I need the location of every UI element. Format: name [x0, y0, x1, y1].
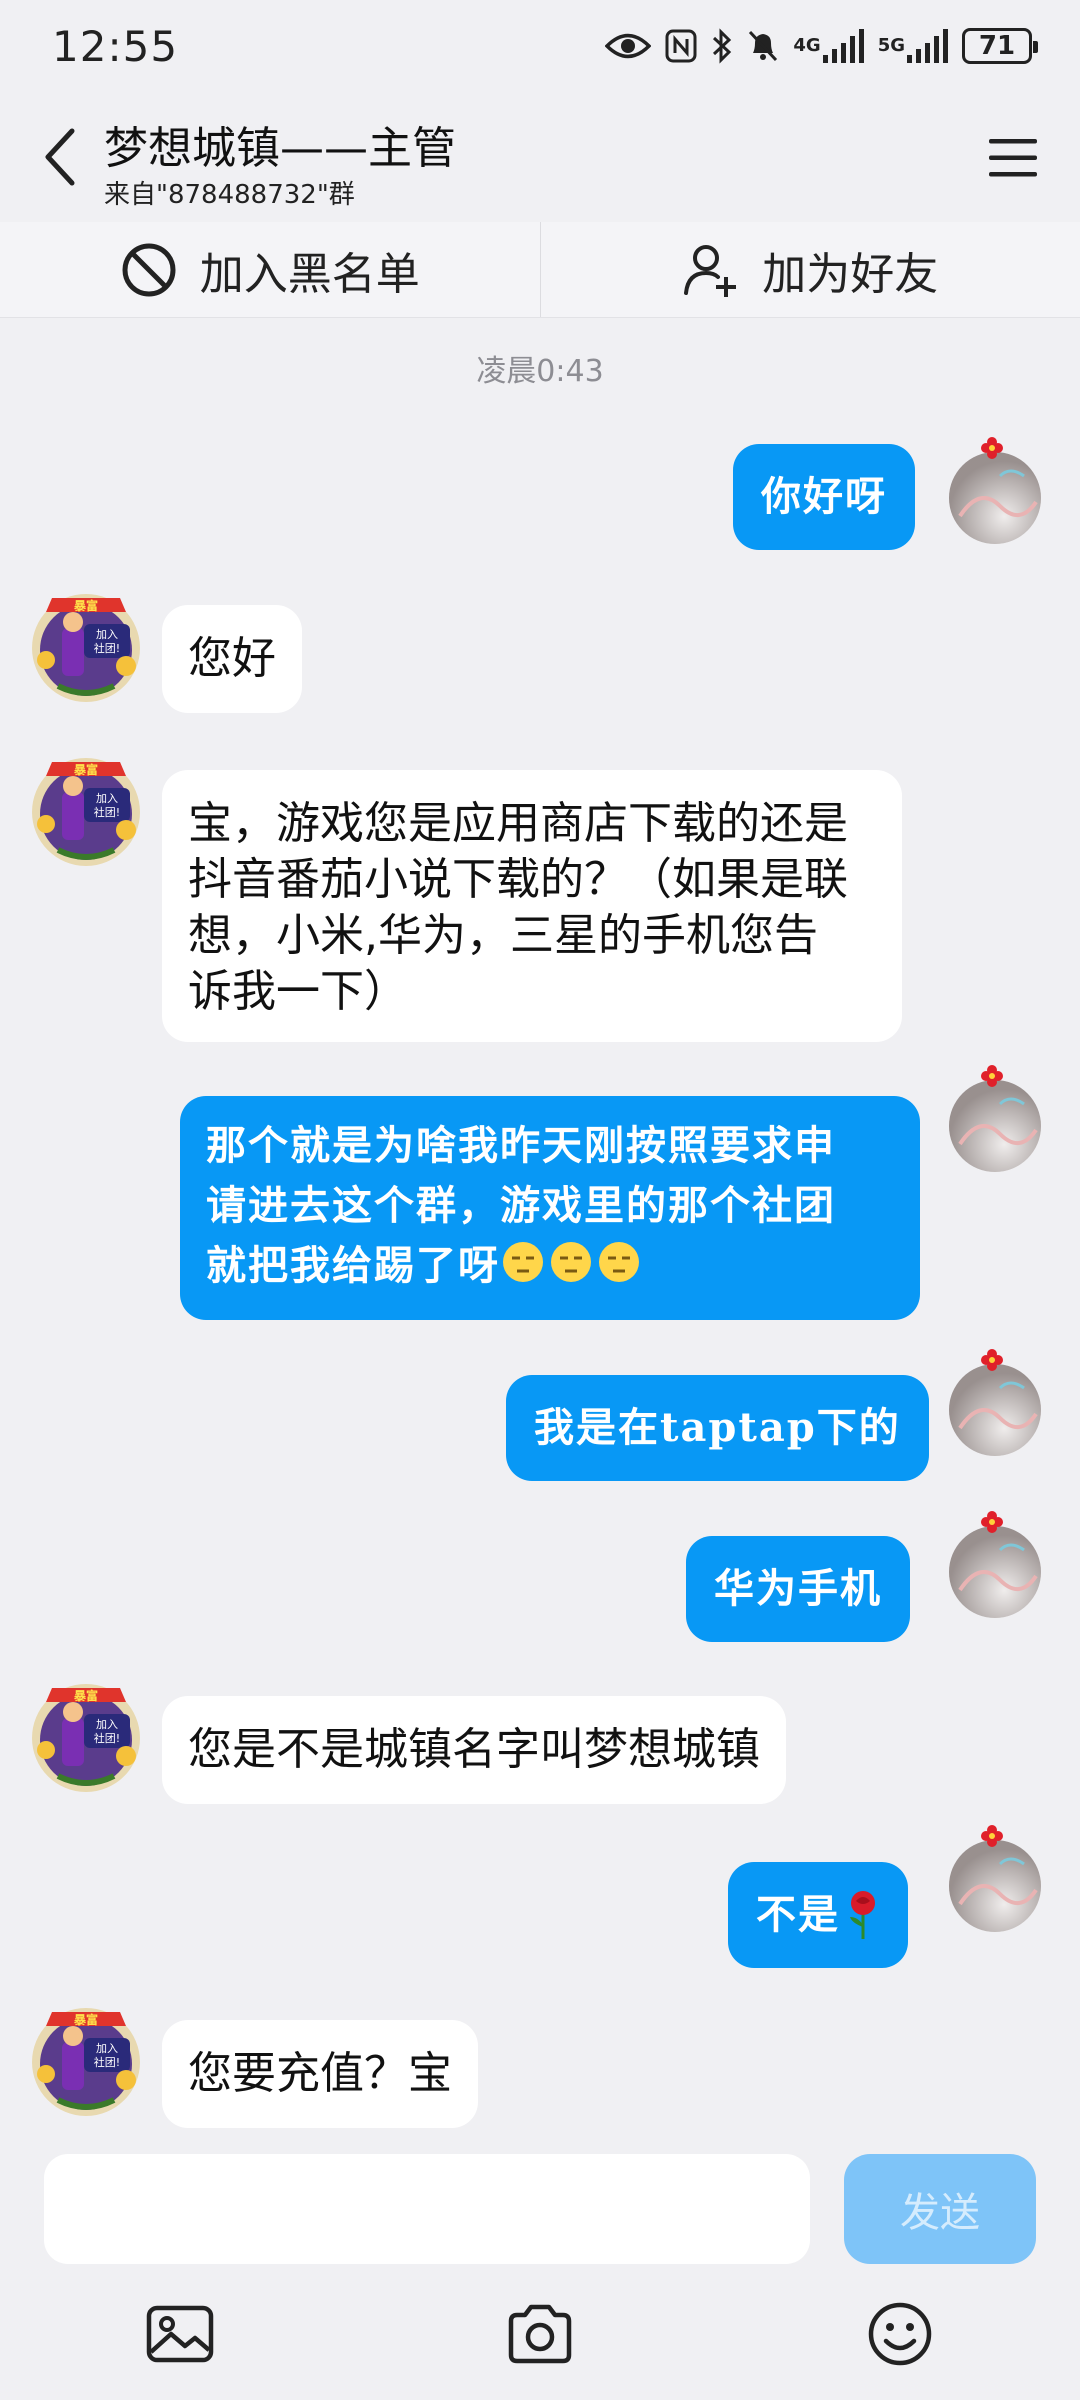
bluetooth-icon [711, 28, 733, 64]
bottom-toolbar [0, 2268, 1080, 2400]
avatar-badge-top: 暴富 [73, 598, 98, 613]
avatar-badge-top: 暴富 [73, 1688, 98, 1703]
emoji-button[interactable] [862, 2296, 938, 2372]
message-line: 诉我一下） [188, 966, 408, 1017]
message-input[interactable] [44, 2154, 810, 2264]
blacklist-label: 加入黑名单 [199, 248, 420, 300]
message-text: 您好 [188, 633, 276, 684]
camera-icon [508, 2304, 572, 2364]
self-avatar[interactable] [940, 1510, 1050, 1620]
avatar-badge-top: 暴富 [73, 762, 98, 777]
battery-icon: 71 [962, 28, 1038, 64]
hamburger-menu-icon [989, 139, 1037, 177]
message-line: 宝，游戏您是应用商店下载的还是 [188, 798, 848, 849]
avatar-badge-line2: 社团! [94, 2055, 120, 2069]
status-time: 12:55 [52, 21, 179, 71]
send-button[interactable]: 发送 [844, 2154, 1036, 2264]
message-line: 就把我给踢了呀 [206, 1242, 500, 1289]
message-line: 想，小米,华为，三星的手机您告 [188, 910, 818, 961]
chat-area[interactable]: 凌晨0:43 你好呀 暴富 加入 社团! 您好 暴富 加入 社团! 宝，游戏您是… [0, 318, 1080, 2136]
avatar-badge-line2: 社团! [94, 1731, 120, 1745]
self-avatar[interactable] [940, 1064, 1050, 1174]
menu-button[interactable] [982, 127, 1044, 189]
image-icon [146, 2305, 214, 2363]
message-line: 请进去这个群，游戏里的那个社团 [206, 1182, 836, 1229]
self-avatar[interactable] [940, 1824, 1050, 1934]
message-timestamp: 凌晨0:43 [476, 354, 604, 389]
unamused-face-emoji-icon [500, 1238, 644, 1301]
title-bar: 梦想城镇——主管 来自"878488732"群 [0, 92, 1080, 222]
message-bubble-other[interactable]: 您要充值？宝 [162, 2020, 478, 2128]
camera-button[interactable] [502, 2296, 578, 2372]
message-bubble-other[interactable]: 宝，游戏您是应用商店下载的还是 抖音番茄小说下载的？（如果是联 想，小米,华为，… [162, 770, 902, 1042]
chat-title: 梦想城镇——主管 [104, 123, 456, 174]
message-text: 华为手机 [714, 1565, 882, 1612]
message-text: 您是不是城镇名字叫梦想城镇 [188, 1724, 760, 1775]
self-avatar[interactable] [940, 436, 1050, 546]
avatar-badge-line1: 加入 [96, 628, 118, 641]
image-picker-button[interactable] [142, 2296, 218, 2372]
message-bubble-other[interactable]: 您好 [162, 605, 302, 713]
chevron-left-icon [45, 128, 75, 186]
contact-avatar[interactable]: 暴富 加入 社团! [22, 752, 150, 870]
network-label-4g: 4G [793, 35, 821, 56]
contact-avatar[interactable]: 暴富 加入 社团! [22, 1678, 150, 1796]
avatar-badge-top: 暴富 [73, 2012, 98, 2027]
avatar-badge-line1: 加入 [96, 2042, 118, 2055]
message-text: 我是在taptap下的 [534, 1404, 901, 1451]
composer-bar: 发送 [0, 2136, 1080, 2268]
message-bubble-self[interactable]: 不是 [728, 1862, 908, 1968]
avatar-badge-line2: 社团! [94, 641, 120, 655]
signal-5g-icon: 5G [878, 29, 948, 63]
message-bubble-self[interactable]: 你好呀 [733, 444, 915, 550]
network-label-5g: 5G [877, 35, 905, 56]
chat-subtitle: 来自"878488732"群 [104, 180, 355, 210]
add-to-blacklist-button[interactable]: 加入黑名单 [0, 222, 540, 317]
add-friend-label: 加为好友 [762, 248, 939, 300]
message-text: 你好呀 [761, 473, 887, 520]
avatar-badge-line2: 社团! [94, 805, 120, 819]
add-friend-button[interactable]: 加为好友 [541, 222, 1080, 317]
status-icons: 4G 5G 71 [605, 28, 1038, 64]
avatar-badge-line1: 加入 [96, 1718, 118, 1731]
message-bubble-self[interactable]: 我是在taptap下的 [506, 1375, 929, 1481]
message-bubble-other[interactable]: 您是不是城镇名字叫梦想城镇 [162, 1696, 786, 1804]
eye-icon [605, 31, 652, 61]
contact-avatar[interactable]: 暴富 加入 社团! [22, 2002, 150, 2120]
smiley-icon [868, 2302, 932, 2366]
message-line: 那个就是为啥我昨天刚按照要求申 [206, 1122, 836, 1169]
rose-emoji-icon [846, 1889, 880, 1941]
nfc-icon [665, 29, 697, 63]
send-label: 发送 [900, 2190, 980, 2236]
message-text: 您要充值？宝 [188, 2048, 452, 2099]
status-bar: 12:55 4G 5G 71 [0, 0, 1080, 92]
message-text: 不是 [756, 1891, 840, 1938]
contact-avatar[interactable]: 暴富 加入 社团! [22, 588, 150, 706]
message-bubble-self[interactable]: 那个就是为啥我昨天刚按照要求申 请进去这个群，游戏里的那个社团 就把我给踢了呀 [180, 1096, 920, 1320]
block-icon [122, 243, 176, 296]
avatar-badge-line1: 加入 [96, 792, 118, 805]
back-button[interactable] [30, 122, 90, 192]
signal-4g-icon: 4G [793, 29, 864, 63]
battery-level: 71 [978, 31, 1016, 61]
message-bubble-self[interactable]: 华为手机 [686, 1536, 910, 1642]
bell-muted-icon [747, 29, 779, 63]
self-avatar[interactable] [940, 1348, 1050, 1458]
message-line: 抖音番茄小说下载的？（如果是联 [188, 854, 848, 905]
add-user-icon [684, 244, 737, 297]
action-bar: 加入黑名单 加为好友 [0, 222, 1080, 318]
message-line-with-emoji: 就把我给踢了呀 [206, 1236, 894, 1301]
